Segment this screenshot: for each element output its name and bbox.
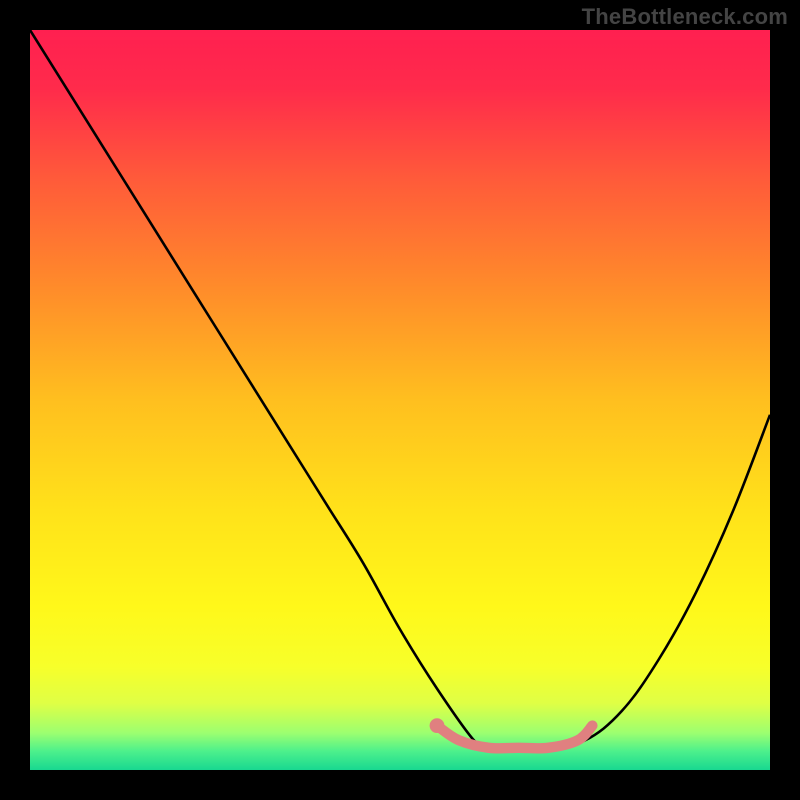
bottleneck-curve: [30, 30, 770, 748]
optimal-start-marker: [430, 718, 445, 733]
chart-frame: TheBottleneck.com: [0, 0, 800, 800]
curve-layer: [30, 30, 770, 770]
plot-area: [30, 30, 770, 770]
watermark-text: TheBottleneck.com: [582, 4, 788, 30]
optimal-range-highlight: [437, 726, 592, 749]
